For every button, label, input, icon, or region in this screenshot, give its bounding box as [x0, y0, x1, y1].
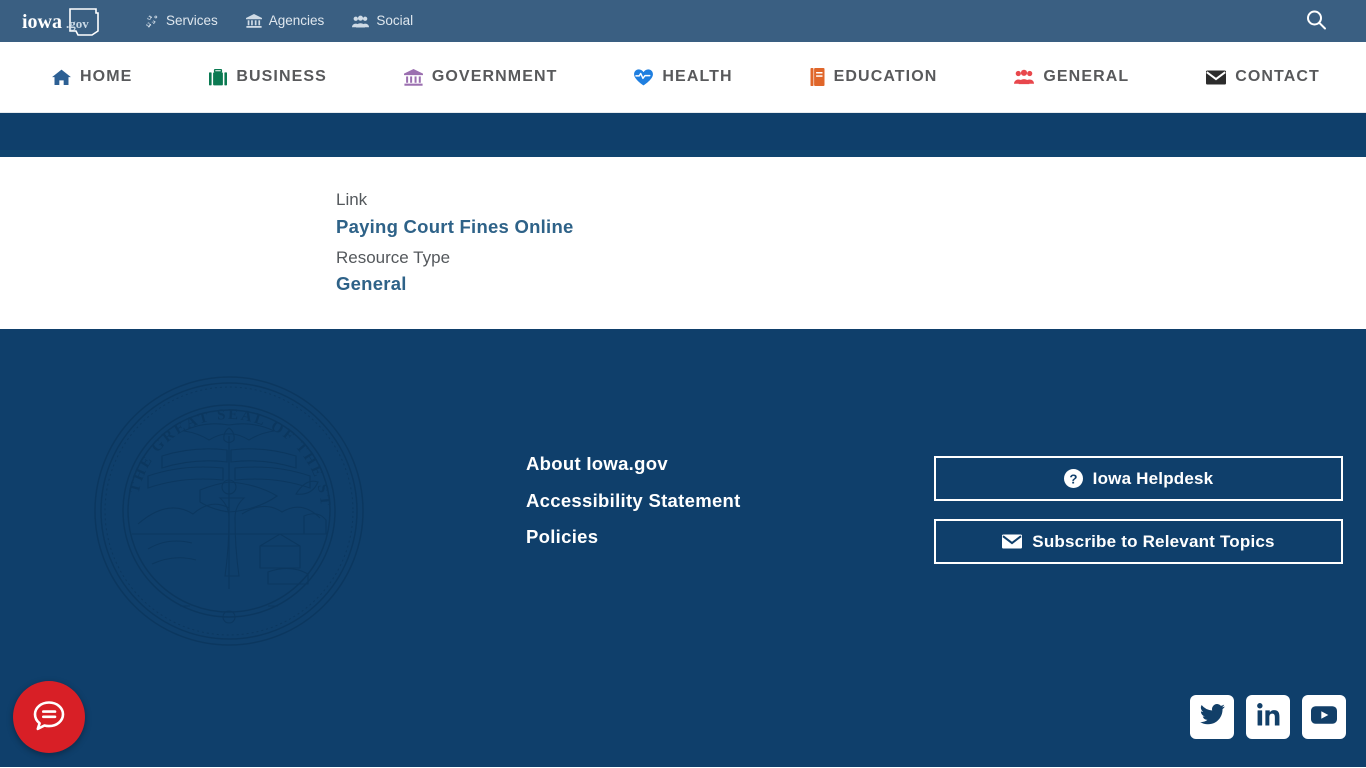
nav-item-label: HOME	[80, 68, 133, 85]
utility-link-label: Agencies	[268, 13, 325, 29]
footer-link-accessibility[interactable]: Accessibility Statement	[526, 491, 741, 511]
utility-link-services[interactable]: Services	[144, 14, 218, 28]
twitter-icon	[1199, 701, 1226, 733]
footer-link-policies[interactable]: Policies	[526, 527, 741, 547]
search-icon	[1304, 8, 1328, 35]
footer-links: About Iowa.gov Accessibility Statement P…	[526, 454, 741, 547]
iowa-great-seal-icon: THE GREAT SEAL OF THE STATE OF IOWA	[92, 374, 366, 648]
nav-item-label: GENERAL	[1043, 68, 1130, 85]
svg-text:?: ?	[1069, 471, 1077, 486]
utility-bar: iowa .gov Services Agencies Social	[0, 0, 1366, 42]
field-label-resource-type: Resource Type	[336, 247, 451, 267]
nav-item-home[interactable]: HOME	[52, 68, 132, 86]
iowa-gov-logo[interactable]: iowa .gov	[18, 4, 102, 38]
resource-details: Link Paying Court Fines Online Resource …	[0, 188, 1366, 303]
nav-item-education[interactable]: EDUCATION	[810, 68, 938, 86]
heartbeat-icon	[634, 68, 654, 86]
utility-links: Services Agencies Social	[144, 14, 413, 28]
chat-bubble-icon	[28, 695, 70, 740]
nav-item-label: CONTACT	[1235, 68, 1320, 85]
footer-buttons: ? Iowa Helpdesk Subscribe to Relevant To…	[934, 456, 1343, 564]
social-link-linkedin[interactable]	[1246, 695, 1290, 739]
main-navigation: HOME BUSINESS GOVERNMENT HEALTH EDUCATIO…	[0, 42, 1366, 113]
book-icon	[810, 68, 825, 86]
svg-text:THE GREAT SEAL OF THE STATE OF: THE GREAT SEAL OF THE STATE OF IOWA	[92, 374, 333, 508]
youtube-icon	[1310, 701, 1338, 734]
briefcase-icon	[209, 68, 228, 86]
nav-item-label: BUSINESS	[236, 68, 327, 85]
envelope-icon	[1206, 70, 1227, 85]
nav-item-health[interactable]: HEALTH	[634, 68, 732, 86]
site-footer: THE GREAT SEAL OF THE STATE OF IOWA	[0, 329, 1366, 767]
bank-icon	[245, 14, 262, 28]
nav-item-label: HEALTH	[662, 68, 733, 85]
chat-widget-button[interactable]	[13, 681, 85, 753]
utility-link-label: Social	[376, 13, 414, 29]
resource-link-value[interactable]: Paying Court Fines Online	[336, 215, 574, 240]
bank-icon	[403, 68, 423, 86]
users-icon	[1014, 69, 1035, 85]
footer-btn-label: Iowa Helpdesk	[1092, 468, 1214, 488]
nav-item-government[interactable]: GOVERNMENT	[403, 68, 558, 86]
utility-link-agencies[interactable]: Agencies	[245, 13, 325, 29]
footer-link-about[interactable]: About Iowa.gov	[526, 454, 741, 474]
social-links	[1190, 695, 1346, 739]
nav-list: HOME BUSINESS GOVERNMENT HEALTH EDUCATIO…	[0, 68, 1366, 86]
resource-type-value[interactable]: General	[336, 272, 407, 297]
nav-item-label: EDUCATION	[833, 68, 938, 85]
main-content: Link Paying Court Fines Online Resource …	[0, 157, 1366, 329]
social-link-twitter[interactable]	[1190, 695, 1234, 739]
field-label-link: Link	[336, 190, 368, 209]
nav-item-business[interactable]: BUSINESS	[209, 68, 327, 86]
social-link-youtube[interactable]	[1302, 695, 1346, 739]
envelope-icon	[1002, 534, 1023, 549]
iowa-state-outline-logo-icon: iowa .gov	[22, 8, 99, 36]
nav-item-label: GOVERNMENT	[431, 68, 558, 85]
page-title-band	[0, 113, 1366, 157]
svg-text:.gov: .gov	[66, 16, 89, 31]
utility-link-social[interactable]: Social	[352, 14, 413, 28]
nav-item-general[interactable]: GENERAL	[1014, 68, 1129, 86]
home-icon	[52, 69, 71, 86]
utility-link-label: Services	[166, 13, 218, 29]
footer-btn-label: Subscribe to Relevant Topics	[1032, 531, 1275, 551]
subscribe-button[interactable]: Subscribe to Relevant Topics	[934, 519, 1343, 564]
nav-item-contact[interactable]: CONTACT	[1206, 68, 1320, 86]
search-button[interactable]	[1300, 4, 1332, 39]
iowa-helpdesk-button[interactable]: ? Iowa Helpdesk	[934, 456, 1343, 501]
linkedin-icon	[1256, 702, 1281, 732]
svg-text:iowa: iowa	[22, 11, 62, 33]
users-icon	[352, 15, 370, 28]
question-circle-icon: ?	[1063, 469, 1083, 488]
cogs-icon	[144, 14, 159, 28]
